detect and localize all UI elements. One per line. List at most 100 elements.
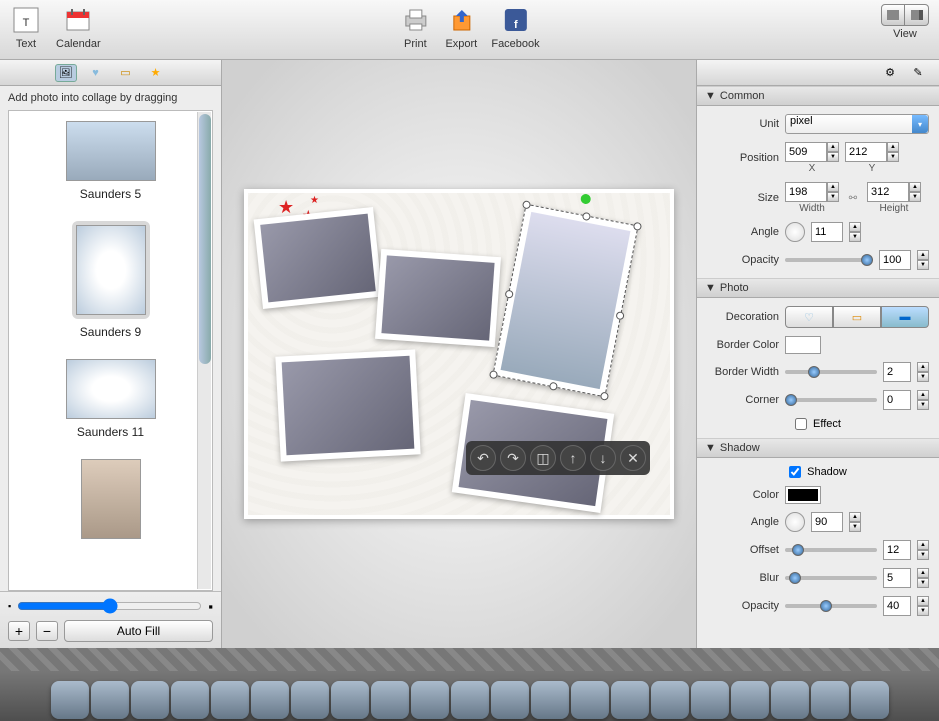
dock-app-icon[interactable]: [371, 681, 409, 719]
dock-app-icon[interactable]: [491, 681, 529, 719]
settings-tab[interactable]: ⚙: [879, 64, 901, 82]
dock-app-icon[interactable]: [51, 681, 89, 719]
dock-app-icon[interactable]: [451, 681, 489, 719]
list-item[interactable]: Saunders 9: [9, 211, 212, 349]
common-section-header[interactable]: ▼Common: [697, 86, 939, 106]
facebook-tool[interactable]: f Facebook: [491, 4, 539, 50]
view-segmented[interactable]: [881, 4, 929, 26]
undo-button[interactable]: ↶: [470, 445, 496, 471]
print-tool[interactable]: Print: [399, 4, 431, 50]
scrollbar-thumb[interactable]: [199, 114, 211, 364]
resize-handle[interactable]: [505, 289, 514, 298]
redo-button[interactable]: ↷: [500, 445, 526, 471]
opacity-stepper[interactable]: ▲▼: [917, 250, 929, 270]
dock-app-icon[interactable]: [91, 681, 129, 719]
opacity-input[interactable]: [879, 250, 911, 270]
shadow-opacity-slider[interactable]: [785, 604, 877, 608]
dock-app-icon[interactable]: [811, 681, 849, 719]
decoration-border[interactable]: ▬: [881, 306, 929, 328]
dock-app-icon[interactable]: [411, 681, 449, 719]
offset-stepper[interactable]: ▲▼: [917, 540, 929, 560]
delete-button[interactable]: ✕: [620, 445, 646, 471]
export-tool[interactable]: Export: [445, 4, 477, 50]
collage-photo[interactable]: [275, 349, 420, 461]
dock-app-icon[interactable]: [731, 681, 769, 719]
link-dimensions-icon[interactable]: ⚯: [845, 192, 861, 204]
view-mode-2-icon[interactable]: [905, 4, 929, 26]
resize-handle[interactable]: [581, 212, 590, 221]
unit-select[interactable]: pixel▾: [785, 114, 929, 134]
favorites-tab[interactable]: ♥: [85, 64, 107, 82]
list-item[interactable]: [9, 449, 212, 549]
photo-list[interactable]: Saunders 5 Saunders 9 Saunders 11: [8, 110, 213, 591]
dock-app-icon[interactable]: [611, 681, 649, 719]
angle-stepper[interactable]: ▲▼: [849, 222, 861, 242]
dock-app-icon[interactable]: [291, 681, 329, 719]
photo-section-header[interactable]: ▼Photo: [697, 278, 939, 298]
height-input[interactable]: [867, 182, 909, 202]
angle-dial[interactable]: [785, 222, 805, 242]
opacity-slider[interactable]: [785, 258, 873, 262]
dock-app-icon[interactable]: [251, 681, 289, 719]
height-stepper[interactable]: ▲▼: [909, 182, 921, 202]
dock-app-icon[interactable]: [131, 681, 169, 719]
collage-page[interactable]: ★ ★ ★: [244, 189, 674, 519]
shadow-checkbox[interactable]: [789, 466, 801, 478]
offset-slider[interactable]: [785, 548, 877, 552]
shadow-opacity-stepper[interactable]: ▲▼: [917, 596, 929, 616]
blur-slider[interactable]: [785, 576, 877, 580]
width-stepper[interactable]: ▲▼: [827, 182, 839, 202]
autofill-button[interactable]: Auto Fill: [64, 620, 213, 642]
border-width-slider[interactable]: [785, 370, 877, 374]
crop-button[interactable]: ◫: [530, 445, 556, 471]
shadow-angle-input[interactable]: [811, 512, 843, 532]
list-item[interactable]: Saunders 11: [9, 349, 212, 449]
calendar-tool[interactable]: Calendar: [56, 4, 101, 50]
shadow-opacity-input[interactable]: [883, 596, 911, 616]
dock-app-icon[interactable]: [571, 681, 609, 719]
dock-app-icon[interactable]: [171, 681, 209, 719]
photos-tab[interactable]: 🖼: [55, 64, 77, 82]
dock-app-icon[interactable]: [771, 681, 809, 719]
offset-input[interactable]: [883, 540, 911, 560]
border-color-well[interactable]: [785, 336, 821, 354]
send-backward-button[interactable]: ↓: [590, 445, 616, 471]
shadow-color-well[interactable]: [785, 486, 821, 504]
decoration-segmented[interactable]: ♡ ▭ ▬: [785, 306, 929, 328]
canvas[interactable]: ★ ★ ★: [222, 60, 696, 648]
decoration-vignette[interactable]: ♡: [785, 306, 833, 328]
corner-stepper[interactable]: ▲▼: [917, 390, 929, 410]
bring-forward-button[interactable]: ↑: [560, 445, 586, 471]
corner-input[interactable]: [883, 390, 911, 410]
edit-tab[interactable]: ✎: [907, 64, 929, 82]
border-width-stepper[interactable]: ▲▼: [917, 362, 929, 382]
dock-app-icon[interactable]: [211, 681, 249, 719]
text-tool[interactable]: T Text: [10, 4, 42, 50]
dock-app-icon[interactable]: [331, 681, 369, 719]
border-width-input[interactable]: [883, 362, 911, 382]
resize-handle[interactable]: [522, 200, 531, 209]
shadow-angle-stepper[interactable]: ▲▼: [849, 512, 861, 532]
decoration-frame[interactable]: ▭: [833, 306, 881, 328]
width-input[interactable]: [785, 182, 827, 202]
list-item[interactable]: Saunders 5: [9, 111, 212, 211]
position-y-input[interactable]: [845, 142, 887, 162]
effect-checkbox[interactable]: [795, 418, 807, 430]
add-photo-button[interactable]: +: [8, 621, 30, 641]
thumbnail-zoom-slider[interactable]: [17, 598, 202, 614]
dock-app-icon[interactable]: [691, 681, 729, 719]
scrollbar[interactable]: [197, 112, 211, 589]
position-y-stepper[interactable]: ▲▼: [887, 142, 899, 162]
blur-input[interactable]: [883, 568, 911, 588]
dock-app-icon[interactable]: [531, 681, 569, 719]
frames-tab[interactable]: ▭: [115, 64, 137, 82]
corner-slider[interactable]: [785, 398, 877, 402]
view-mode-1-icon[interactable]: [881, 4, 905, 26]
shadow-section-header[interactable]: ▼Shadow: [697, 438, 939, 458]
collage-photo[interactable]: [375, 249, 501, 347]
position-x-input[interactable]: [785, 142, 827, 162]
remove-photo-button[interactable]: −: [36, 621, 58, 641]
angle-input[interactable]: [811, 222, 843, 242]
stars-tab[interactable]: ★: [145, 64, 167, 82]
shadow-angle-dial[interactable]: [785, 512, 805, 532]
